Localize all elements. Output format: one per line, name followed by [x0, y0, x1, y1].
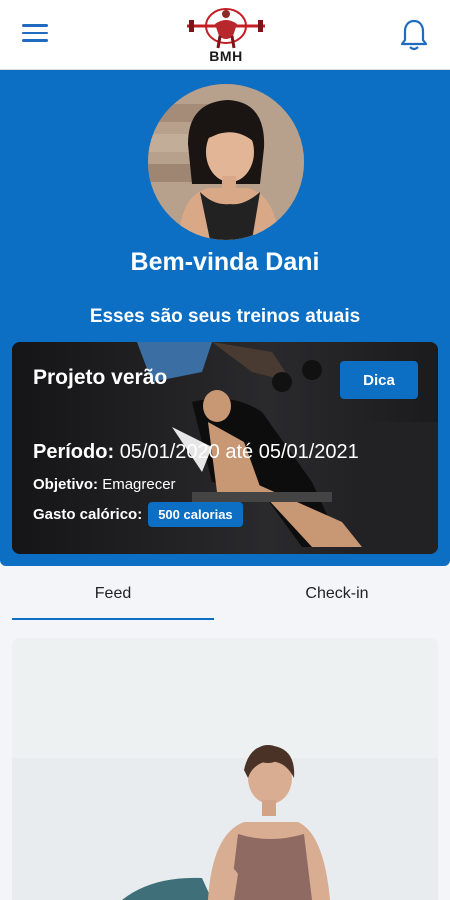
tab-checkin[interactable]: Check-in: [236, 566, 438, 622]
tip-button[interactable]: Dica: [340, 361, 418, 399]
workout-period: Período: 05/01/2020 até 05/01/2021: [33, 441, 359, 464]
logo-text: BMH: [209, 48, 243, 64]
hero-section: Bem-vinda Dani Esses são seus treinos at…: [0, 70, 450, 566]
goal-value: Emagrecer: [102, 476, 176, 493]
current-workouts-subtitle: Esses são seus treinos atuais: [89, 306, 361, 327]
workout-goal: Objetivo: Emagrecer: [33, 476, 176, 493]
feed-post-image[interactable]: [12, 638, 438, 900]
active-tab-indicator: [12, 618, 214, 620]
hamburger-menu-icon[interactable]: [22, 24, 48, 46]
bmh-logo: BMH: [185, 4, 267, 66]
tab-bar: Feed Check-in: [0, 566, 450, 622]
top-app-bar: BMH: [0, 0, 450, 70]
tab-feed[interactable]: Feed: [12, 566, 214, 622]
welcome-heading: Bem-vinda Dani: [130, 248, 320, 276]
workout-card[interactable]: Projeto verão Dica Período: 05/01/2020 a…: [12, 342, 438, 554]
avatar: [148, 84, 304, 240]
workout-title: Projeto verão: [33, 366, 168, 389]
period-label: Período:: [33, 441, 115, 463]
goal-label: Objetivo:: [33, 476, 99, 493]
period-value: 05/01/2020 até 05/01/2021: [119, 441, 359, 463]
calories-label: Gasto calórico:: [33, 506, 143, 523]
calories-badge: 500 calorias: [148, 502, 243, 527]
bell-icon[interactable]: [400, 18, 428, 52]
workout-calories: Gasto calórico: 500 calorias: [33, 502, 243, 527]
